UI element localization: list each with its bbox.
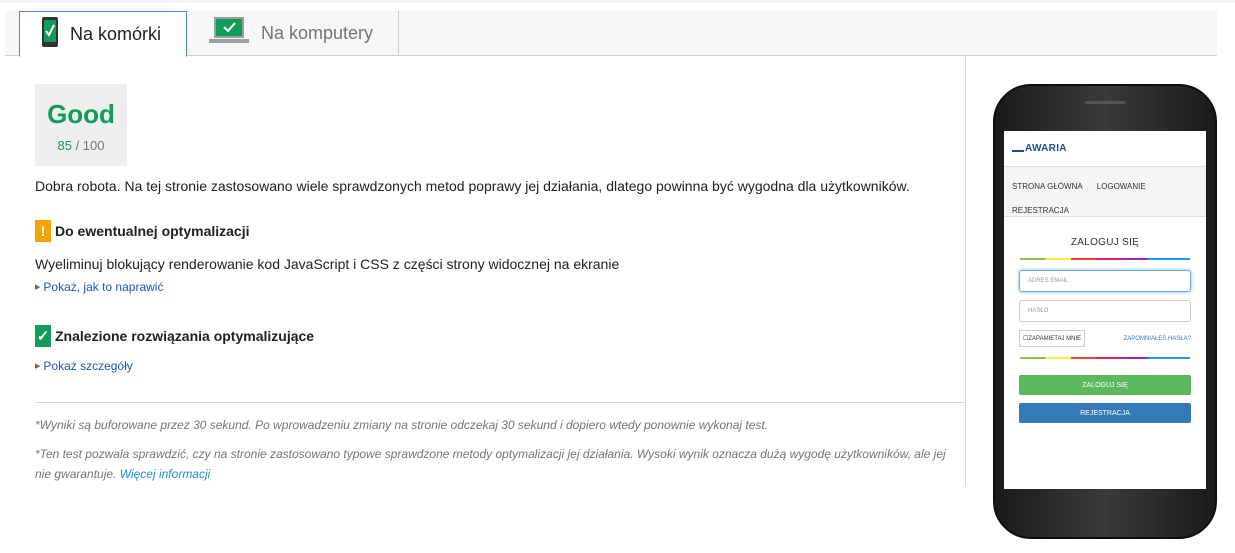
show-fix-label: Pokaż, jak to naprawić	[43, 280, 164, 294]
passed-heading: ✓ Znalezione rozwiązania optymalizujące	[35, 325, 314, 347]
preview-nav-login: LOGOWANIE	[1096, 182, 1146, 191]
preview-options-row: ☐ZAPAMIETAJ MNIE ZAPOMNIAŁEŚ HASŁA?	[1019, 330, 1191, 347]
score-max: / 100	[75, 138, 105, 153]
show-fix-link[interactable]: ▶ Pokaż, jak to naprawić	[35, 280, 163, 294]
expand-triangle-icon: ▶	[35, 284, 41, 291]
optimization-rule: Wyeliminuj blokujący renderowanie kod Ja…	[35, 256, 620, 272]
warning-icon: !	[35, 220, 51, 242]
checkmark-icon: ✓	[35, 325, 51, 347]
disclaimer-note: *Ten test pozwala sprawdzić, czy na stro…	[35, 444, 960, 484]
score-numbers: 85 / 100	[35, 138, 127, 153]
mobile-phone-check-icon	[42, 16, 58, 52]
passed-title: Znalezione rozwiązania optymalizujące	[55, 328, 315, 344]
preview-register-button: REJESTRACJA	[1019, 403, 1191, 423]
preview-nav: STRONA GŁÓWNA LOGOWANIE REJESTRACJA	[1004, 167, 1206, 217]
device-tabs: Na komórki Na komputery	[5, 11, 1217, 57]
notes-divider	[35, 402, 965, 403]
optimization-title: Do ewentualnej optymalizacji	[55, 223, 250, 239]
tab-mobile-label: Na komórki	[70, 23, 162, 44]
show-details-label: Pokaż szczegóły	[43, 359, 133, 373]
score-value: 85	[57, 138, 72, 153]
score-rating: Good	[47, 99, 115, 129]
preview-color-line	[1020, 357, 1190, 359]
preview-remember-label: ZAPAMIETAJ MNIE	[1028, 336, 1082, 342]
preview-nav-register: REJESTRACJA	[1012, 206, 1069, 215]
tab-mobile[interactable]: Na komórki	[19, 11, 187, 57]
top-border	[0, 0, 1235, 3]
show-details-link[interactable]: ▶ Pokaż szczegóły	[35, 359, 133, 373]
summary-text: Dobra robota. Na tej stronie zastosowano…	[35, 178, 910, 194]
preview-password-field: HASŁO	[1019, 300, 1191, 322]
preview-nav-home: STRONA GŁÓWNA	[1012, 182, 1083, 191]
preview-email-field: ADRES EMAIL	[1019, 270, 1191, 292]
cache-note: *Wyniki są buforowane przez 30 sekund. P…	[35, 418, 769, 432]
optimization-heading: ! Do ewentualnej optymalizacji	[35, 220, 250, 242]
expand-triangle-icon: ▶	[35, 363, 41, 370]
score-card: Good 85 / 100	[35, 84, 127, 166]
preview-login-title: ZALOGUJ SIĘ	[1070, 237, 1140, 248]
preview-logo-text: AWARIA	[1025, 143, 1067, 154]
more-info-link[interactable]: Więcej informacji	[120, 467, 211, 481]
preview-logo: AWARIA	[1012, 143, 1067, 154]
preview-header: AWARIA	[1004, 131, 1206, 167]
mobile-preview-screen: AWARIA STRONA GŁÓWNA LOGOWANIE REJESTRACJ…	[1004, 131, 1206, 489]
column-divider	[965, 56, 966, 486]
tab-desktop-label: Na komputery	[261, 23, 374, 43]
preview-login-button: ZALOGUJ SIĘ	[1019, 375, 1191, 395]
phone-speaker	[1085, 101, 1125, 104]
preview-forgot-link: ZAPOMNIAŁEŚ HASŁA?	[1123, 335, 1191, 342]
laptop-check-icon	[209, 17, 249, 50]
preview-color-line	[1020, 258, 1190, 260]
logo-icon	[1012, 144, 1024, 152]
preview-remember-checkbox: ☐ZAPAMIETAJ MNIE	[1019, 330, 1086, 347]
tab-desktop[interactable]: Na komputery	[187, 11, 399, 56]
